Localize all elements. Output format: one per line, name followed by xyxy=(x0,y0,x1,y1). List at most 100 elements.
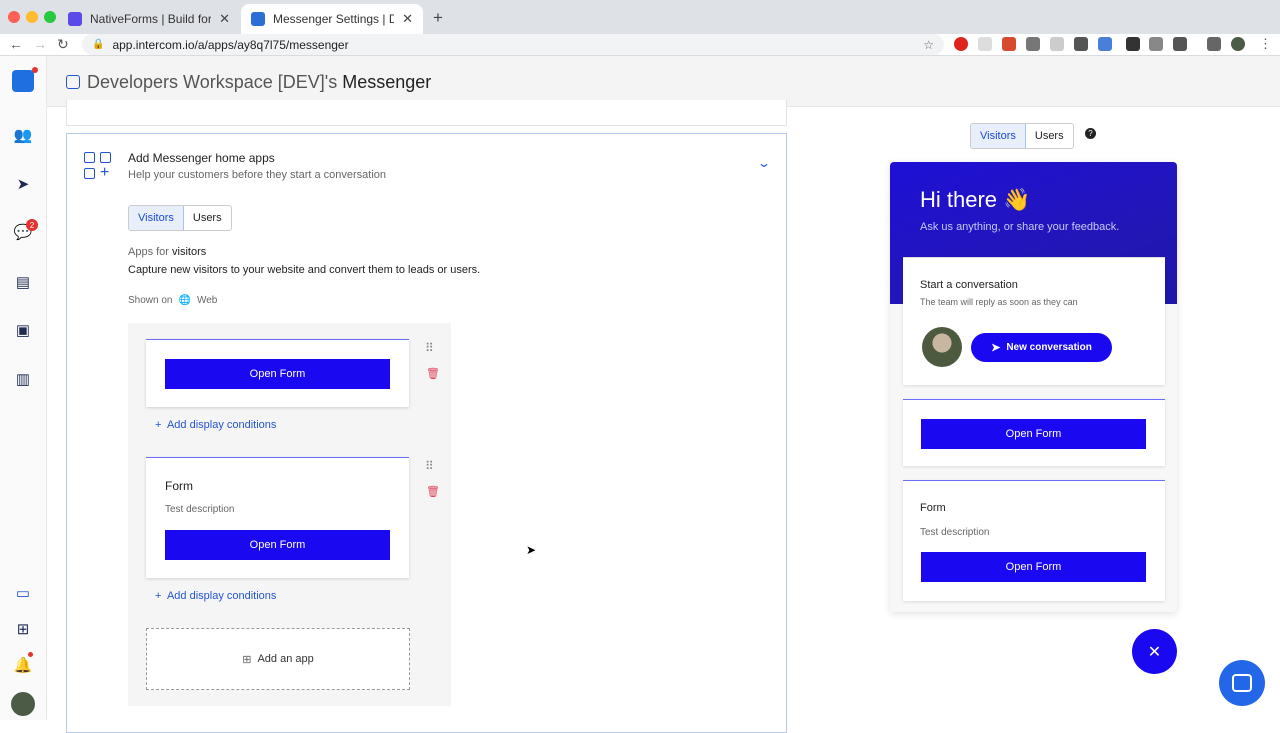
reports-icon[interactable]: ▥ xyxy=(12,368,34,390)
browser-menu-icon[interactable]: ⋮ xyxy=(1259,36,1272,52)
articles-icon[interactable]: ▤ xyxy=(12,271,34,293)
delete-icon[interactable]: 🗑 xyxy=(426,367,440,380)
browser-tab-nativeforms[interactable]: NativeForms | Build forms, sur ✕ xyxy=(58,4,240,34)
chevron-down-icon[interactable]: ⌄ xyxy=(757,156,771,170)
audience-toggle: Visitors Users xyxy=(128,205,232,231)
user-avatar[interactable] xyxy=(11,692,35,716)
inbox-badge: 2 xyxy=(26,219,38,231)
conversation-subtitle: The team will reply as soon as they can xyxy=(920,297,1078,307)
operator-icon[interactable]: ▣ xyxy=(12,319,34,341)
page-name: Messenger xyxy=(342,72,432,92)
bookmark-star-icon[interactable]: ☆ xyxy=(923,38,934,52)
plus-icon: + xyxy=(155,590,162,602)
minimize-window-button[interactable] xyxy=(26,11,38,23)
notification-dot xyxy=(28,652,33,657)
add-app-label: Add an app xyxy=(257,653,314,665)
conversation-title: Start a conversation xyxy=(920,279,1018,291)
workspace-name: Developers Workspace [DEV]'s xyxy=(87,72,338,92)
open-form-button[interactable]: Open Form xyxy=(165,530,390,560)
forward-icon[interactable]: → xyxy=(33,36,47,52)
chat-icon xyxy=(1232,674,1252,692)
camera-extension-icon[interactable] xyxy=(1149,37,1163,51)
form-title: Form xyxy=(165,479,193,493)
delete-icon[interactable]: 🗑 xyxy=(426,485,440,498)
apps-grid-icon: ⊞ xyxy=(242,653,252,666)
intercom-favicon-icon xyxy=(251,12,265,26)
mouse-cursor: ➤ xyxy=(526,543,537,557)
send-icon: ➤ xyxy=(991,342,1001,354)
reload-icon[interactable]: ↻ xyxy=(57,36,69,53)
tab-title: NativeForms | Build forms, sur xyxy=(90,12,212,26)
url-text: app.intercom.io/a/apps/ay8q7l75/messenge… xyxy=(112,37,349,52)
preview-form-description: Test description xyxy=(920,527,990,538)
messenger-icon xyxy=(66,75,80,89)
notifications-bell-icon[interactable]: 🔔 xyxy=(12,654,34,676)
close-tab-icon[interactable]: ✕ xyxy=(219,11,230,27)
close-tab-icon[interactable]: ✕ xyxy=(402,11,413,27)
add-display-conditions-link[interactable]: + Add display conditions xyxy=(155,419,276,431)
shown-on-label: Shown on xyxy=(128,295,173,306)
extension-icon[interactable] xyxy=(978,37,992,51)
maximize-window-button[interactable] xyxy=(44,11,56,23)
intercom-logo-icon[interactable] xyxy=(12,70,34,92)
extension-icon[interactable] xyxy=(1126,37,1140,51)
drag-handle-icon[interactable]: ⠿ xyxy=(425,341,434,355)
app-store-icon[interactable]: ⊞ xyxy=(12,618,34,640)
extension-icon[interactable] xyxy=(1098,37,1112,51)
contacts-icon[interactable]: 👥 xyxy=(12,124,34,146)
tab-visitors[interactable]: Visitors xyxy=(129,206,184,230)
new-tab-button[interactable]: + xyxy=(433,8,443,28)
outbound-icon[interactable]: ➤ xyxy=(12,173,34,195)
apps-for-value: visitors xyxy=(172,246,207,258)
screenshot-extension-icon[interactable] xyxy=(1074,37,1088,51)
apps-for-prefix: Apps for xyxy=(128,246,169,258)
help-icon[interactable]: ? xyxy=(1085,128,1096,139)
messenger-settings-icon[interactable]: ▭ xyxy=(12,582,34,604)
extension-icon[interactable] xyxy=(1050,37,1064,51)
address-bar[interactable]: 🔒 app.intercom.io/a/apps/ay8q7l75/messen… xyxy=(82,34,944,55)
shown-on: Shown on 🌐 Web xyxy=(128,295,217,306)
close-messenger-button[interactable]: ✕ xyxy=(1132,629,1177,674)
nativeforms-favicon-icon xyxy=(68,12,82,26)
back-icon[interactable]: ← xyxy=(9,36,23,52)
preview-open-form-button[interactable]: Open Form xyxy=(921,419,1146,449)
lock-icon: 🔒 xyxy=(92,39,105,50)
drag-handle-icon[interactable]: ⠿ xyxy=(425,459,434,473)
team-avatar xyxy=(922,327,962,367)
intercom-launcher-button[interactable] xyxy=(1219,660,1265,706)
apps-description: Capture new visitors to your website and… xyxy=(128,264,481,276)
tab-title: Messenger Settings | Develope xyxy=(273,12,395,26)
mail-extension-icon[interactable] xyxy=(1173,37,1187,51)
greeting: Hi there 👋 xyxy=(920,187,1031,212)
preview-tab-visitors[interactable]: Visitors xyxy=(971,124,1026,148)
preview-form-title: Form xyxy=(920,502,946,514)
link-label: Add display conditions xyxy=(166,419,277,431)
profile-avatar[interactable] xyxy=(1231,37,1245,51)
new-conversation-label: New conversation xyxy=(1006,342,1092,353)
form-description: Test description xyxy=(165,504,235,515)
add-app-button[interactable]: ⊞ Add an app xyxy=(146,628,410,690)
preview-tab-users[interactable]: Users xyxy=(1026,124,1073,148)
extension-icon[interactable] xyxy=(1002,37,1016,51)
previous-section-card xyxy=(66,100,787,126)
tab-users[interactable]: Users xyxy=(184,206,231,230)
page-title: Developers Workspace [DEV]'s Messenger xyxy=(87,72,431,93)
home-apps-icon: + xyxy=(83,152,113,182)
preview-open-form-button[interactable]: Open Form xyxy=(921,552,1146,582)
apps-for-label: Apps for visitors xyxy=(128,246,206,258)
preview-audience-toggle: Visitors Users xyxy=(970,123,1074,149)
section-subtitle: Help your customers before they start a … xyxy=(128,169,387,181)
browser-tab-messenger[interactable]: Messenger Settings | Develope ✕ xyxy=(241,4,423,34)
extension-icon[interactable] xyxy=(1026,37,1040,51)
shown-on-value: Web xyxy=(196,295,218,306)
add-display-conditions-link[interactable]: + Add display conditions xyxy=(155,590,276,602)
open-form-button[interactable]: Open Form xyxy=(165,359,390,389)
notification-dot xyxy=(32,67,38,73)
close-window-button[interactable] xyxy=(8,11,20,23)
globe-icon: 🌐 xyxy=(178,295,191,306)
tagline: Ask us anything, or share your feedback. xyxy=(920,221,1120,233)
menu-extension-icon[interactable] xyxy=(1207,37,1221,51)
section-title: Add Messenger home apps xyxy=(128,151,275,165)
new-conversation-button[interactable]: ➤ New conversation xyxy=(971,333,1112,362)
opera-extension-icon[interactable] xyxy=(954,37,968,51)
